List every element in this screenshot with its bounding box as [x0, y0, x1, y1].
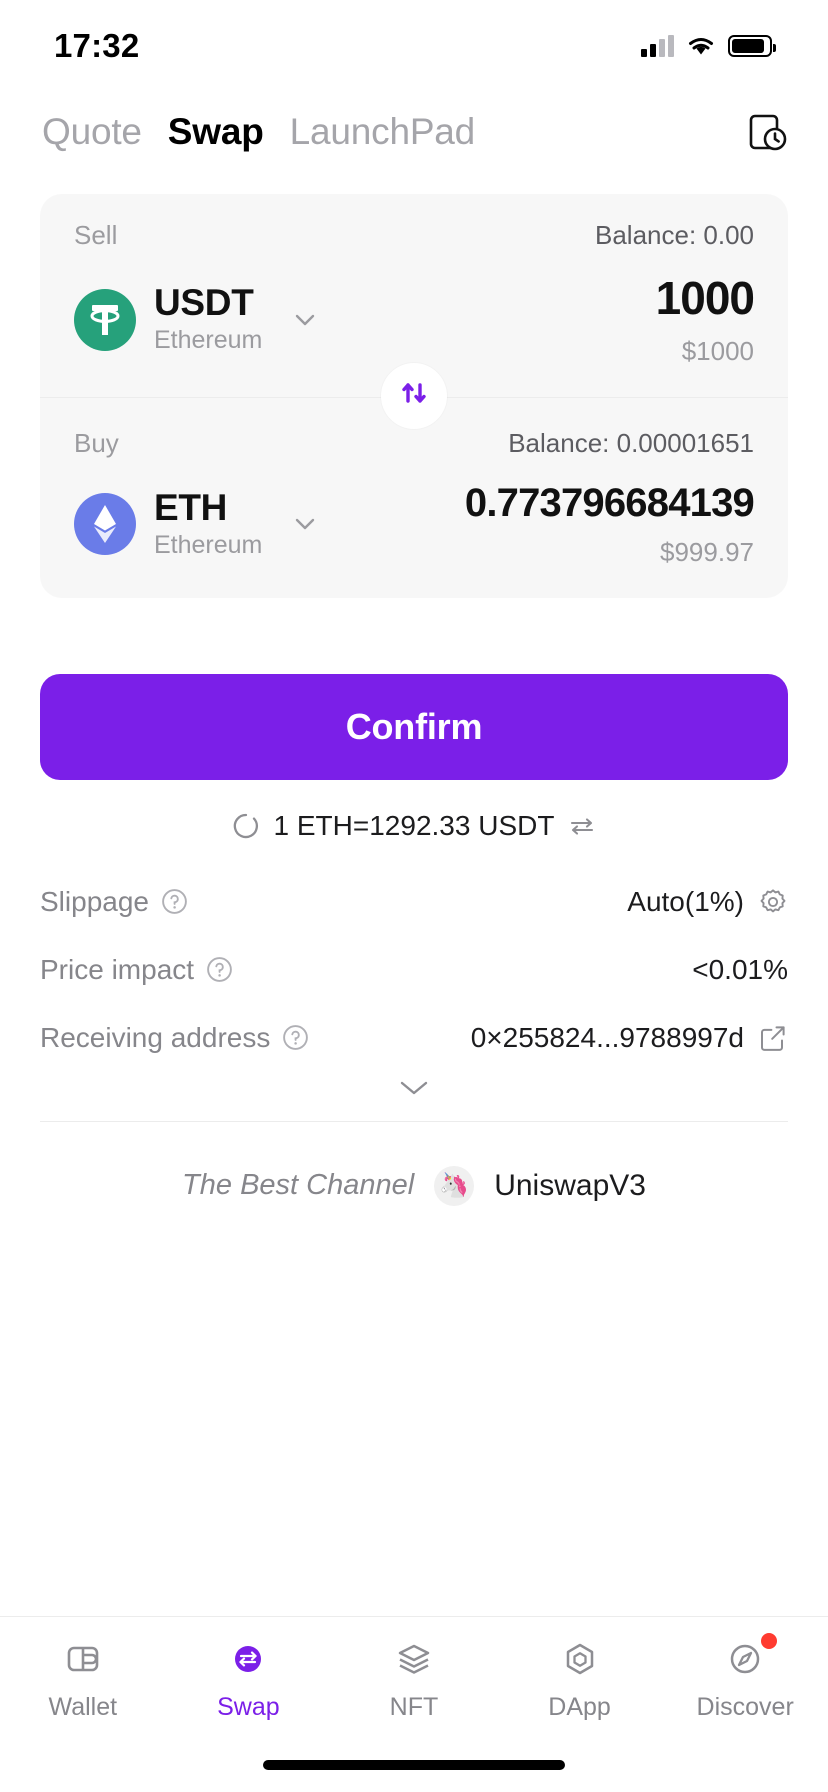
slippage-value: Auto(1%)	[627, 885, 744, 917]
usdt-icon	[74, 288, 136, 351]
reverse-rate-icon[interactable]	[568, 814, 596, 838]
spinner-icon	[232, 812, 260, 840]
buy-token-symbol: ETH	[154, 486, 228, 528]
sell-token-network: Ethereum	[154, 326, 263, 355]
home-indicator	[263, 1760, 565, 1770]
swap-details: Slippage Auto(1%) Price impact <0.01% Re…	[40, 868, 788, 1113]
gear-icon[interactable]	[758, 887, 788, 917]
app-screen: 17:32 Quote Swap LaunchPad Sell Balance:…	[0, 0, 828, 1792]
tab-quote[interactable]: Quote	[42, 111, 142, 153]
sell-amount-input[interactable]: 1000	[656, 273, 754, 324]
buy-label: Buy	[74, 427, 119, 458]
nav-item-swap[interactable]: Swap	[166, 1635, 332, 1737]
swap-direction-icon	[397, 376, 431, 415]
sell-row: USDT Ethereum 1000 $1000	[74, 273, 754, 367]
receiving-address-label-group: Receiving address	[40, 1022, 309, 1054]
sell-token-text: USDT Ethereum	[154, 284, 262, 355]
wifi-icon	[686, 35, 716, 57]
sell-balance: Balance: 0.00	[594, 220, 754, 250]
unicorn-icon: 🦄	[434, 1165, 475, 1206]
buy-amount-input[interactable]: 0.773796684139	[465, 481, 754, 525]
dapp-icon	[556, 1635, 604, 1683]
nav-item-discover[interactable]: Discover	[662, 1633, 828, 1737]
buy-row: ETH Ethereum 0.773796684139 $999.97	[74, 481, 754, 568]
chevron-down-icon[interactable]	[292, 307, 318, 333]
confirm-button[interactable]: Confirm	[40, 673, 788, 780]
slippage-label: Slippage	[40, 885, 149, 917]
buy-token-network: Ethereum	[154, 530, 263, 559]
receiving-address-value: 0×255824...9788997d	[470, 1021, 744, 1053]
cellular-signal-icon	[641, 35, 674, 57]
nav-item-nft[interactable]: NFT	[331, 1635, 497, 1737]
nav-label-discover: Discover	[696, 1693, 794, 1721]
nav-item-wallet[interactable]: Wallet	[0, 1635, 166, 1737]
detail-row-price-impact: Price impact <0.01%	[40, 936, 788, 1004]
top-navigation: Quote Swap LaunchPad	[0, 92, 828, 172]
nav-label-nft: NFT	[389, 1693, 439, 1721]
bottom-nav-items: Wallet Swap NFT DApp Discover	[0, 1617, 828, 1737]
chevron-down-icon[interactable]	[292, 511, 318, 537]
receiving-address-value-group: 0×255824...9788997d	[471, 1022, 788, 1054]
swap-direction-button[interactable]	[381, 362, 447, 429]
price-impact-value-group: <0.01%	[692, 954, 788, 986]
nft-icon	[390, 1635, 438, 1683]
nav-label-swap: Swap	[217, 1693, 280, 1721]
tab-swap[interactable]: Swap	[168, 111, 264, 153]
slippage-value-group: Auto(1%)	[627, 886, 788, 918]
sell-token-selector[interactable]: USDT Ethereum	[74, 284, 318, 355]
buy-token-selector[interactable]: ETH Ethereum	[74, 486, 318, 560]
sell-token-symbol: USDT	[154, 282, 254, 324]
tab-launchpad[interactable]: LaunchPad	[290, 111, 476, 153]
details-expander-button[interactable]	[40, 1072, 788, 1113]
status-bar: 17:32	[0, 0, 828, 92]
sell-label: Sell	[74, 220, 118, 250]
nav-label-wallet: Wallet	[48, 1693, 118, 1721]
price-impact-label: Price impact	[40, 953, 195, 985]
buy-balance: Balance: 0.00001651	[508, 427, 754, 458]
buy-header: Buy Balance: 0.00001651	[74, 428, 754, 459]
buy-amount-box: 0.773796684139 $999.97	[326, 481, 754, 568]
exchange-rate-row[interactable]: 1 ETH=1292.33 USDT	[0, 810, 828, 842]
exchange-rate-text: 1 ETH=1292.33 USDT	[273, 809, 555, 841]
best-channel-row[interactable]: The Best Channel 🦄 UniswapV3	[0, 1165, 828, 1206]
edit-icon[interactable]	[758, 1023, 788, 1053]
best-channel-label: The Best Channel	[182, 1169, 415, 1202]
sell-amount-usd: $1000	[681, 335, 754, 366]
status-bar-time: 17:32	[54, 27, 140, 64]
history-icon[interactable]	[746, 111, 788, 153]
detail-row-slippage: Slippage Auto(1%)	[40, 868, 788, 936]
swap-card: Sell Balance: 0.00 USDT Ethereum 1000 $1…	[40, 194, 788, 598]
sell-amount-box: 1000 $1000	[326, 273, 754, 367]
detail-row-receiving-address: Receiving address 0×255824...9788997d	[40, 1004, 788, 1072]
question-circle-icon[interactable]	[206, 956, 233, 983]
question-circle-icon[interactable]	[161, 888, 188, 915]
buy-amount-usd: $999.97	[660, 536, 754, 567]
swap-icon	[224, 1635, 272, 1683]
nav-item-dapp[interactable]: DApp	[497, 1635, 663, 1737]
section-divider	[40, 1120, 788, 1122]
chevron-down-icon	[397, 1078, 431, 1103]
battery-icon	[728, 35, 776, 57]
best-channel-name: UniswapV3	[494, 1168, 646, 1202]
slippage-label-group: Slippage	[40, 886, 188, 918]
status-bar-indicators	[641, 35, 776, 57]
bottom-navigation: Wallet Swap NFT DApp Discover	[0, 1616, 828, 1792]
eth-icon	[74, 493, 136, 556]
nav-label-dapp: DApp	[548, 1693, 611, 1721]
receiving-address-label: Receiving address	[40, 1021, 271, 1053]
sell-header: Sell Balance: 0.00	[74, 220, 754, 251]
confirm-button-label: Confirm	[345, 705, 483, 747]
price-impact-value: <0.01%	[692, 953, 788, 985]
wallet-icon	[59, 1635, 107, 1683]
question-circle-icon[interactable]	[282, 1024, 309, 1051]
tab-list: Quote Swap LaunchPad	[42, 111, 475, 153]
compass-icon	[721, 1635, 769, 1683]
buy-token-text: ETH Ethereum	[154, 486, 263, 560]
price-impact-label-group: Price impact	[40, 954, 233, 986]
